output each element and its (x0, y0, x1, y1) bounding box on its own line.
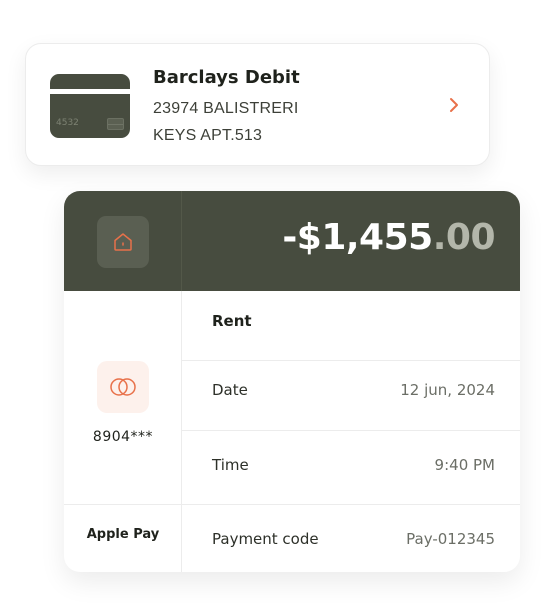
credit-card-thumbnail: 4532 (50, 74, 130, 138)
header-divider (181, 191, 182, 291)
detail-row-title: Rent (182, 291, 520, 361)
time-value: 9:40 PM (434, 456, 495, 474)
mastercard-icon (110, 378, 136, 396)
transaction-header: -$1,455.00 (64, 191, 520, 291)
date-value: 12 jun, 2024 (400, 381, 495, 399)
home-icon (114, 233, 132, 251)
detail-row-time: Time 9:40 PM (182, 431, 520, 505)
amount-cents: .00 (432, 217, 496, 258)
payment-code-label: Payment code (212, 530, 319, 548)
transaction-card: -$1,455.00 8904*** Apple Pay Rent Date 1… (64, 191, 520, 572)
card-address-line2: KEYS APT.513 (153, 127, 263, 144)
payment-source-panel: 8904*** Apple Pay (64, 291, 182, 572)
left-divider (64, 504, 182, 505)
amount-main: -$1,455 (282, 217, 433, 258)
chevron-right-icon[interactable] (446, 95, 462, 115)
time-label: Time (212, 456, 249, 474)
payment-code-value: Pay-012345 (406, 530, 495, 548)
card-magnetic-stripe (50, 89, 130, 94)
account-number: 8904*** (92, 429, 154, 445)
payment-method: Apple Pay (86, 527, 160, 542)
detail-row-payment-code: Payment code Pay-012345 (182, 505, 520, 572)
date-label: Date (212, 381, 248, 399)
detail-row-date: Date 12 jun, 2024 (182, 361, 520, 431)
transaction-title: Rent (212, 312, 252, 330)
card-thumb-digits: 4532 (56, 118, 79, 128)
category-tile (97, 216, 149, 268)
card-brand-tile (97, 361, 149, 413)
card-name: Barclays Debit (153, 67, 300, 88)
bank-card-summary[interactable]: 4532 Barclays Debit 23974 BALISTRERI KEY… (25, 43, 490, 166)
card-address-line1: 23974 BALISTRERI (153, 100, 299, 117)
card-chip-icon (107, 118, 124, 130)
transaction-amount: -$1,455.00 (282, 217, 495, 258)
